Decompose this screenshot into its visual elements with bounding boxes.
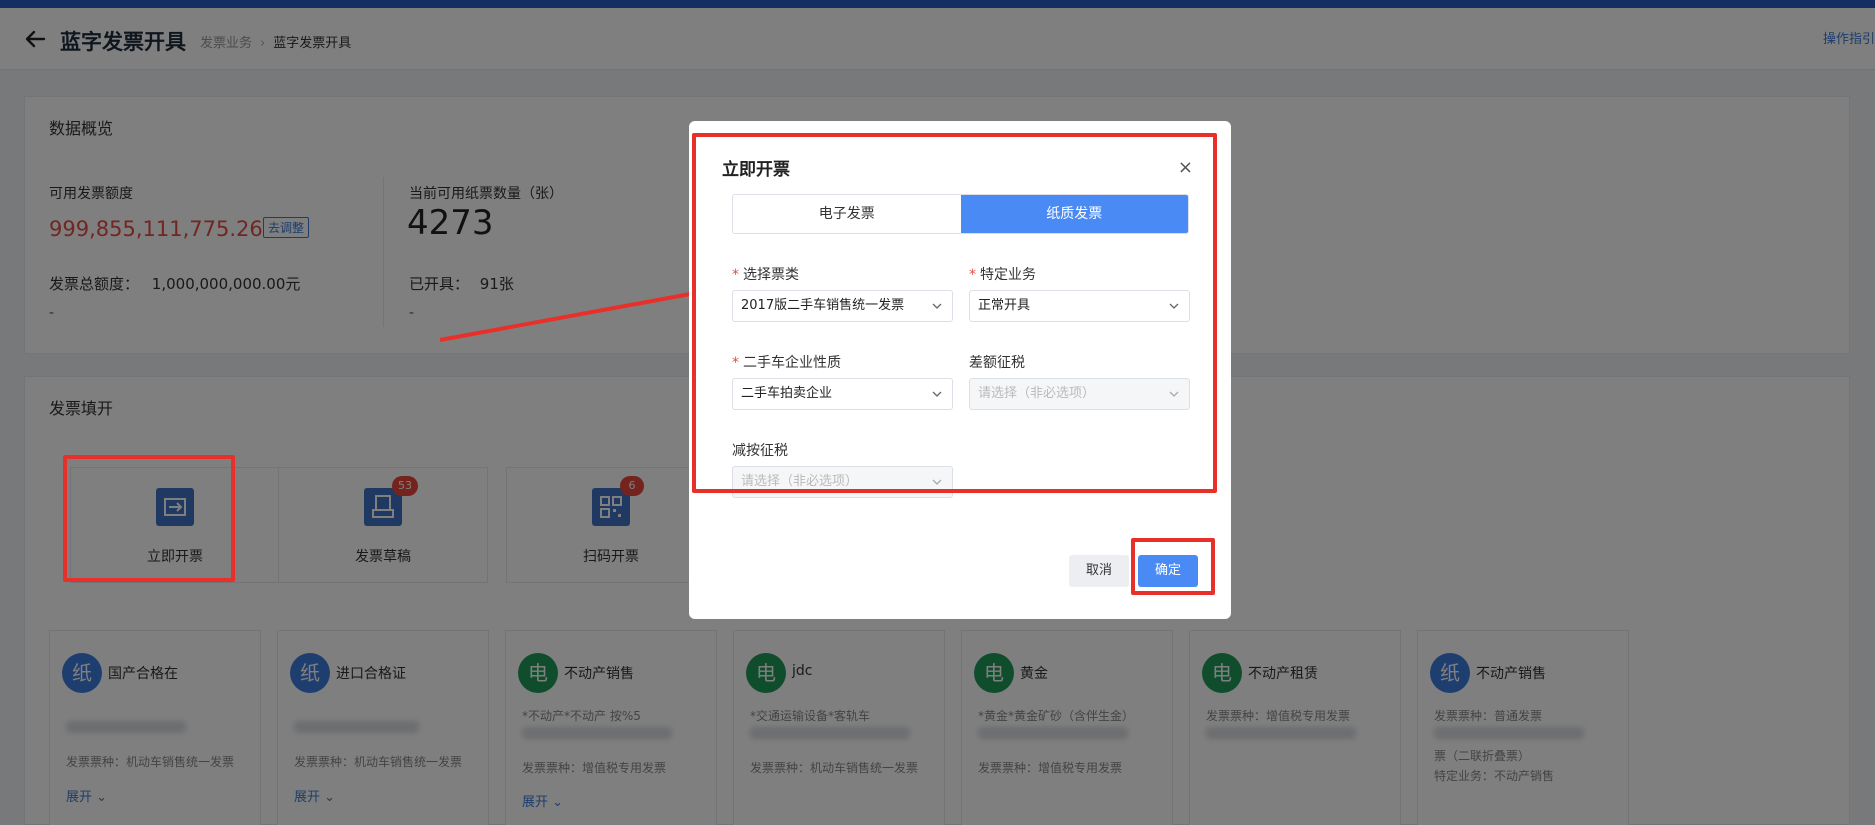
- cancel-button[interactable]: 取消: [1069, 555, 1129, 587]
- annotation-box-form: [692, 133, 1217, 493]
- annotation-box-confirm: [1131, 538, 1215, 595]
